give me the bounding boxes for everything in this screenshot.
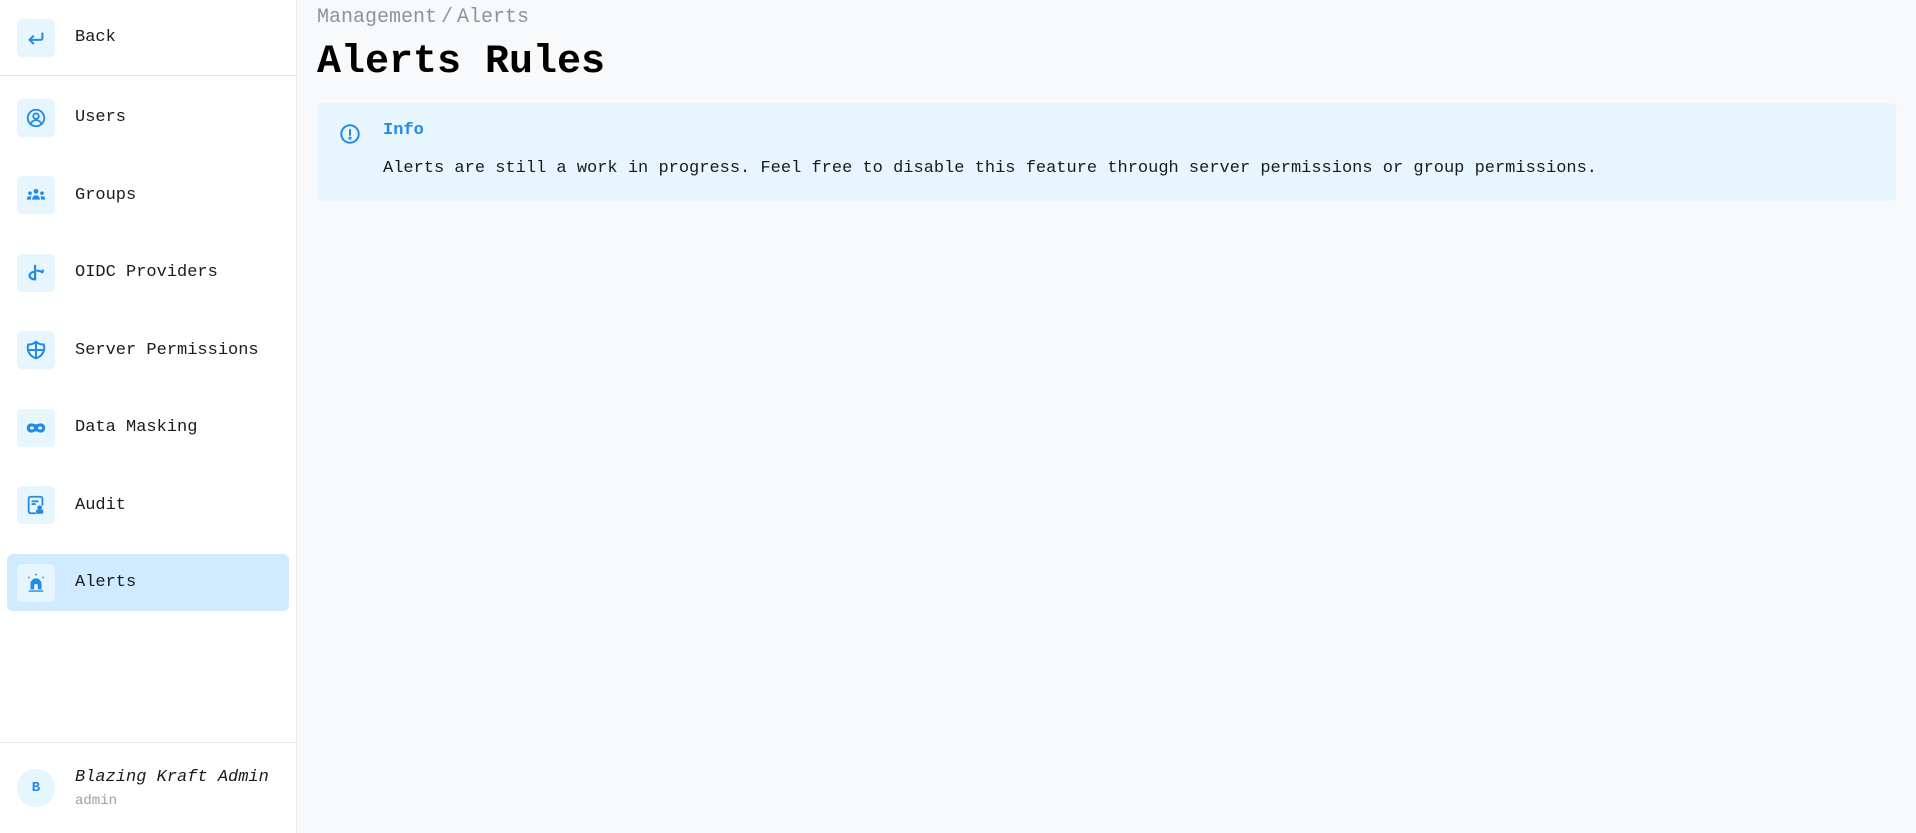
alert-title: Info [383,121,424,140]
sidebar-item-label: Data Masking [75,418,198,437]
breadcrumb-item-management[interactable]: Management [317,6,437,29]
user-name: Blazing Kraft Admin [75,767,269,787]
info-circle-icon [339,123,361,145]
alert-body: Info Alerts are still a work in progress… [383,119,1597,185]
app-root: Back Users Groups OIDC Providers Server … [0,0,1916,833]
main-content: Management / Alerts Alerts Rules Info Aler… [297,0,1916,833]
mask-icon [17,408,55,447]
sidebar-item-alerts[interactable]: Alerts [7,554,289,611]
info-alert: Info Alerts are still a work in progress… [317,103,1896,201]
sidebar-item-label: Audit [75,495,127,515]
alert-message: Alerts are still a work in progress. Fee… [383,159,1597,178]
sidebar-back-section: Back [0,0,296,76]
avatar: B [17,769,55,807]
sidebar-item-label: Server Permissions [75,340,259,360]
users-group-icon [17,176,55,214]
sidebar-item-label: Alerts [75,573,137,592]
arrow-back-icon [17,18,55,57]
sidebar-item-audit[interactable]: Audit [7,477,289,534]
sidebar-item-label: Users [75,108,127,127]
sidebar-item-groups[interactable]: Groups [7,167,289,224]
shield-icon [17,331,55,369]
file-certificate-icon [17,486,55,524]
user-circle-icon [17,98,55,137]
back-label: Back [75,28,116,47]
sidebar-nav: Users Groups OIDC Providers Server Permi… [0,76,296,611]
sidebar-item-label: Groups [75,185,137,205]
breadcrumb-separator: / [441,6,454,29]
sidebar-item-users[interactable]: Users [7,89,289,146]
sidebar-item-oidc-providers[interactable]: OIDC Providers [7,244,289,301]
user-info: Blazing Kraft Admin admin [75,768,269,809]
breadcrumb: Management / Alerts [317,4,1897,32]
user-profile[interactable]: B Blazing Kraft Admin admin [0,742,296,833]
user-role: admin [75,792,118,809]
back-button[interactable]: Back [7,9,289,66]
sidebar-item-server-permissions[interactable]: Server Permissions [7,322,289,379]
breadcrumb-item-alerts: Alerts [457,6,530,29]
openid-icon [17,253,55,292]
sidebar-item-data-masking[interactable]: Data Masking [7,399,289,456]
sidebar: Back Users Groups OIDC Providers Server … [0,0,297,833]
page-title: Alerts Rules [317,40,606,85]
siren-icon [17,563,55,602]
sidebar-item-label: OIDC Providers [75,263,218,282]
